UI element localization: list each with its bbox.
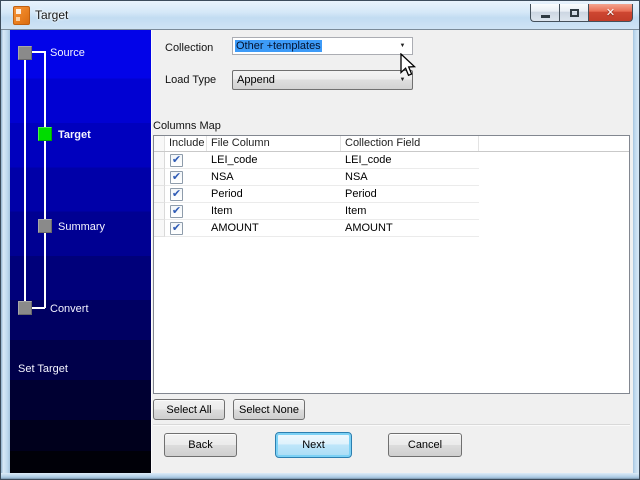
step-marker-convert — [18, 301, 32, 315]
main-panel: Collection Other +templates ▼ Load Type … — [151, 30, 633, 473]
step-marker-source — [18, 46, 32, 60]
check-icon: ✔ — [171, 204, 182, 217]
step-connector-line — [32, 51, 45, 53]
header-include: Include — [165, 136, 207, 151]
check-icon: ✔ — [171, 170, 182, 183]
check-icon: ✔ — [171, 221, 182, 234]
header-file-column: File Column — [207, 136, 341, 151]
window-frame-right — [633, 30, 639, 473]
table-row[interactable]: ✔ Period Period — [154, 186, 479, 203]
wizard-sidebar: Source Target Summary Convert Set Target — [10, 30, 151, 473]
row-selector[interactable] — [154, 186, 165, 203]
cancel-button[interactable]: Cancel — [388, 433, 462, 457]
mouse-cursor — [400, 53, 417, 77]
maximize-icon — [569, 8, 579, 17]
sidebar-status-text: Set Target — [18, 363, 68, 375]
next-button[interactable]: Next — [275, 432, 352, 458]
file-column-cell[interactable]: AMOUNT — [207, 220, 341, 237]
include-checkbox-checked[interactable]: ✔ — [170, 187, 183, 201]
load-type-value: Append — [237, 74, 275, 86]
minimize-icon — [540, 15, 550, 18]
titlebar[interactable]: Target ✕ — [1, 1, 639, 29]
columns-map-grid[interactable]: Include File Column Collection Field ✔ L… — [153, 135, 630, 394]
include-checkbox-checked[interactable]: ✔ — [170, 221, 183, 235]
collection-field-cell[interactable]: NSA — [341, 169, 479, 186]
collection-field-cell[interactable]: LEI_code — [341, 152, 479, 169]
sidebar-step-summary: Summary — [58, 221, 106, 233]
file-column-cell[interactable]: Period — [207, 186, 341, 203]
table-row[interactable]: ✔ NSA NSA — [154, 169, 479, 186]
back-button[interactable]: Back — [164, 433, 237, 457]
table-row[interactable]: ✔ AMOUNT AMOUNT — [154, 220, 479, 237]
grid-header-row: Include File Column Collection Field — [154, 136, 629, 152]
sidebar-step-source: Source — [50, 47, 85, 59]
collection-dropdown[interactable]: Other +templates ▼ — [232, 37, 413, 55]
row-selector[interactable] — [154, 169, 165, 186]
step-connector-line — [24, 60, 26, 302]
table-row[interactable]: ✔ Item Item — [154, 203, 479, 220]
window-frame-left — [1, 30, 10, 473]
close-button[interactable]: ✕ — [588, 4, 633, 22]
collection-value-selected: Other +templates — [235, 40, 322, 52]
header-collection-field: Collection Field — [341, 136, 479, 151]
window-frame-bottom — [1, 473, 639, 479]
select-none-button[interactable]: Select None — [233, 399, 305, 420]
maximize-button[interactable] — [559, 4, 588, 22]
row-selector[interactable] — [154, 152, 165, 169]
table-row[interactable]: ✔ LEI_code LEI_code — [154, 152, 479, 169]
step-marker-summary — [38, 219, 52, 233]
check-icon: ✔ — [171, 187, 182, 200]
load-type-dropdown[interactable]: Append ▼ — [232, 70, 413, 90]
minimize-button[interactable] — [530, 4, 559, 22]
sidebar-step-convert: Convert — [50, 303, 89, 315]
row-selector[interactable] — [154, 220, 165, 237]
collection-field-cell[interactable]: Item — [341, 203, 479, 220]
step-connector-line — [32, 307, 45, 309]
file-column-cell[interactable]: Item — [207, 203, 341, 220]
wizard-window: Target ✕ Source Target Summary Convert S… — [0, 0, 640, 480]
include-checkbox-checked[interactable]: ✔ — [170, 170, 183, 184]
row-selector-header — [154, 136, 165, 151]
load-type-label: Load Type — [165, 74, 217, 86]
file-column-cell[interactable]: LEI_code — [207, 152, 341, 169]
include-checkbox-checked[interactable]: ✔ — [170, 204, 183, 218]
include-checkbox-checked[interactable]: ✔ — [170, 153, 183, 167]
file-column-cell[interactable]: NSA — [207, 169, 341, 186]
section-divider — [153, 424, 630, 426]
window-controls: ✕ — [530, 4, 633, 22]
collection-field-cell[interactable]: AMOUNT — [341, 220, 479, 237]
app-icon — [13, 6, 30, 25]
step-marker-target-active — [38, 127, 52, 141]
row-selector[interactable] — [154, 203, 165, 220]
chevron-down-icon[interactable]: ▼ — [395, 39, 410, 53]
collection-field-cell[interactable]: Period — [341, 186, 479, 203]
close-icon: ✕ — [605, 7, 616, 19]
check-icon: ✔ — [171, 153, 182, 166]
collection-label: Collection — [165, 42, 214, 54]
sidebar-step-target: Target — [58, 129, 91, 141]
select-all-button[interactable]: Select All — [153, 399, 225, 420]
columns-map-title: Columns Map — [153, 120, 221, 132]
step-connector-line — [44, 51, 46, 308]
window-title: Target — [35, 8, 69, 22]
